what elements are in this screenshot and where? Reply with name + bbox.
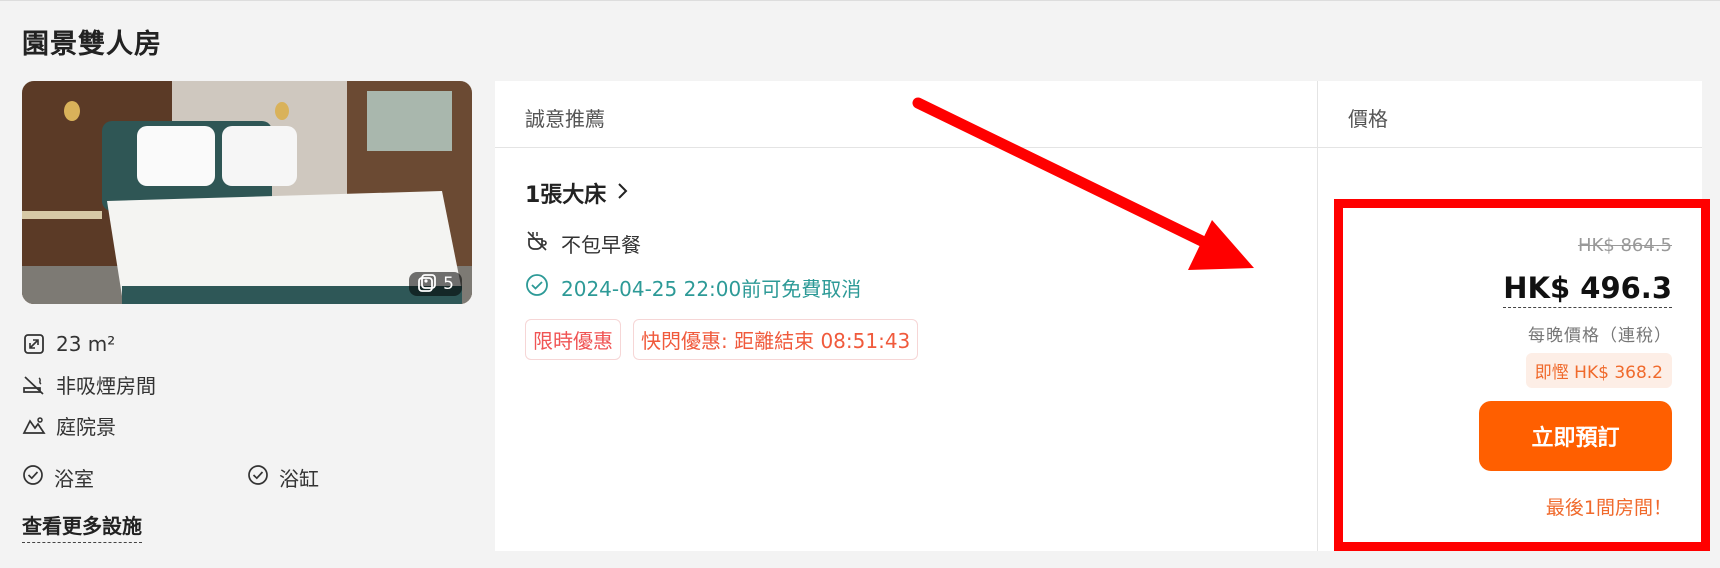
bed-type-label: 1張大床 xyxy=(525,183,607,208)
amenity-bathroom-label: 浴室 xyxy=(54,467,94,491)
photo-count-badge[interactable]: 5 xyxy=(409,272,462,296)
limited-offer-badge: 限時優惠 xyxy=(525,319,621,360)
room-photo[interactable]: 5 xyxy=(22,81,472,304)
feature-view-label: 庭院景 xyxy=(56,415,116,439)
feature-view: 庭院景 xyxy=(22,405,156,446)
flash-sale-badge: 快閃優惠: 距離結束 08:51:43 xyxy=(633,319,919,360)
more-facilities-link[interactable]: 查看更多設施 xyxy=(22,510,142,543)
breakfast-info: 不包早餐 xyxy=(525,229,641,258)
free-cancellation: 2024-04-25 22:00前可免費取消 xyxy=(525,273,861,302)
no-smoking-icon xyxy=(22,373,46,397)
amenities: 浴室 浴缸 xyxy=(22,463,472,492)
promo-badges: 限時優惠 快閃優惠: 距離結束 08:51:43 xyxy=(525,319,919,360)
check-circle-icon xyxy=(525,273,549,302)
amenity-bathtub: 浴缸 xyxy=(247,463,472,492)
feature-area-label: 23 m² xyxy=(56,331,116,356)
breakfast-label: 不包早餐 xyxy=(561,233,641,257)
top-border xyxy=(0,0,1720,1)
amenity-bathroom: 浴室 xyxy=(22,463,247,492)
room-title: 園景雙人房 xyxy=(22,29,162,60)
feature-area: 23 m² xyxy=(22,323,156,364)
coffee-cup-icon xyxy=(525,229,549,258)
header-recommend: 誠意推薦 xyxy=(525,107,605,131)
cancellation-label: 2024-04-25 22:00前可免費取消 xyxy=(561,277,862,301)
area-icon xyxy=(22,332,46,356)
room-features: 23 m² 非吸煙房間 庭院景 xyxy=(22,323,156,446)
bed-type-link[interactable]: 1張大床 xyxy=(525,177,628,209)
photo-count: 5 xyxy=(443,274,454,294)
gallery-icon xyxy=(417,274,437,294)
check-circle-icon xyxy=(22,464,44,491)
feature-non-smoking-label: 非吸煙房間 xyxy=(56,374,156,398)
chevron-right-icon xyxy=(616,181,628,206)
amenity-bathtub-label: 浴缸 xyxy=(279,467,319,491)
garden-view-icon xyxy=(22,414,46,438)
check-circle-icon xyxy=(247,464,269,491)
feature-non-smoking: 非吸煙房間 xyxy=(22,364,156,405)
annotation-highlight-box xyxy=(1334,199,1710,551)
